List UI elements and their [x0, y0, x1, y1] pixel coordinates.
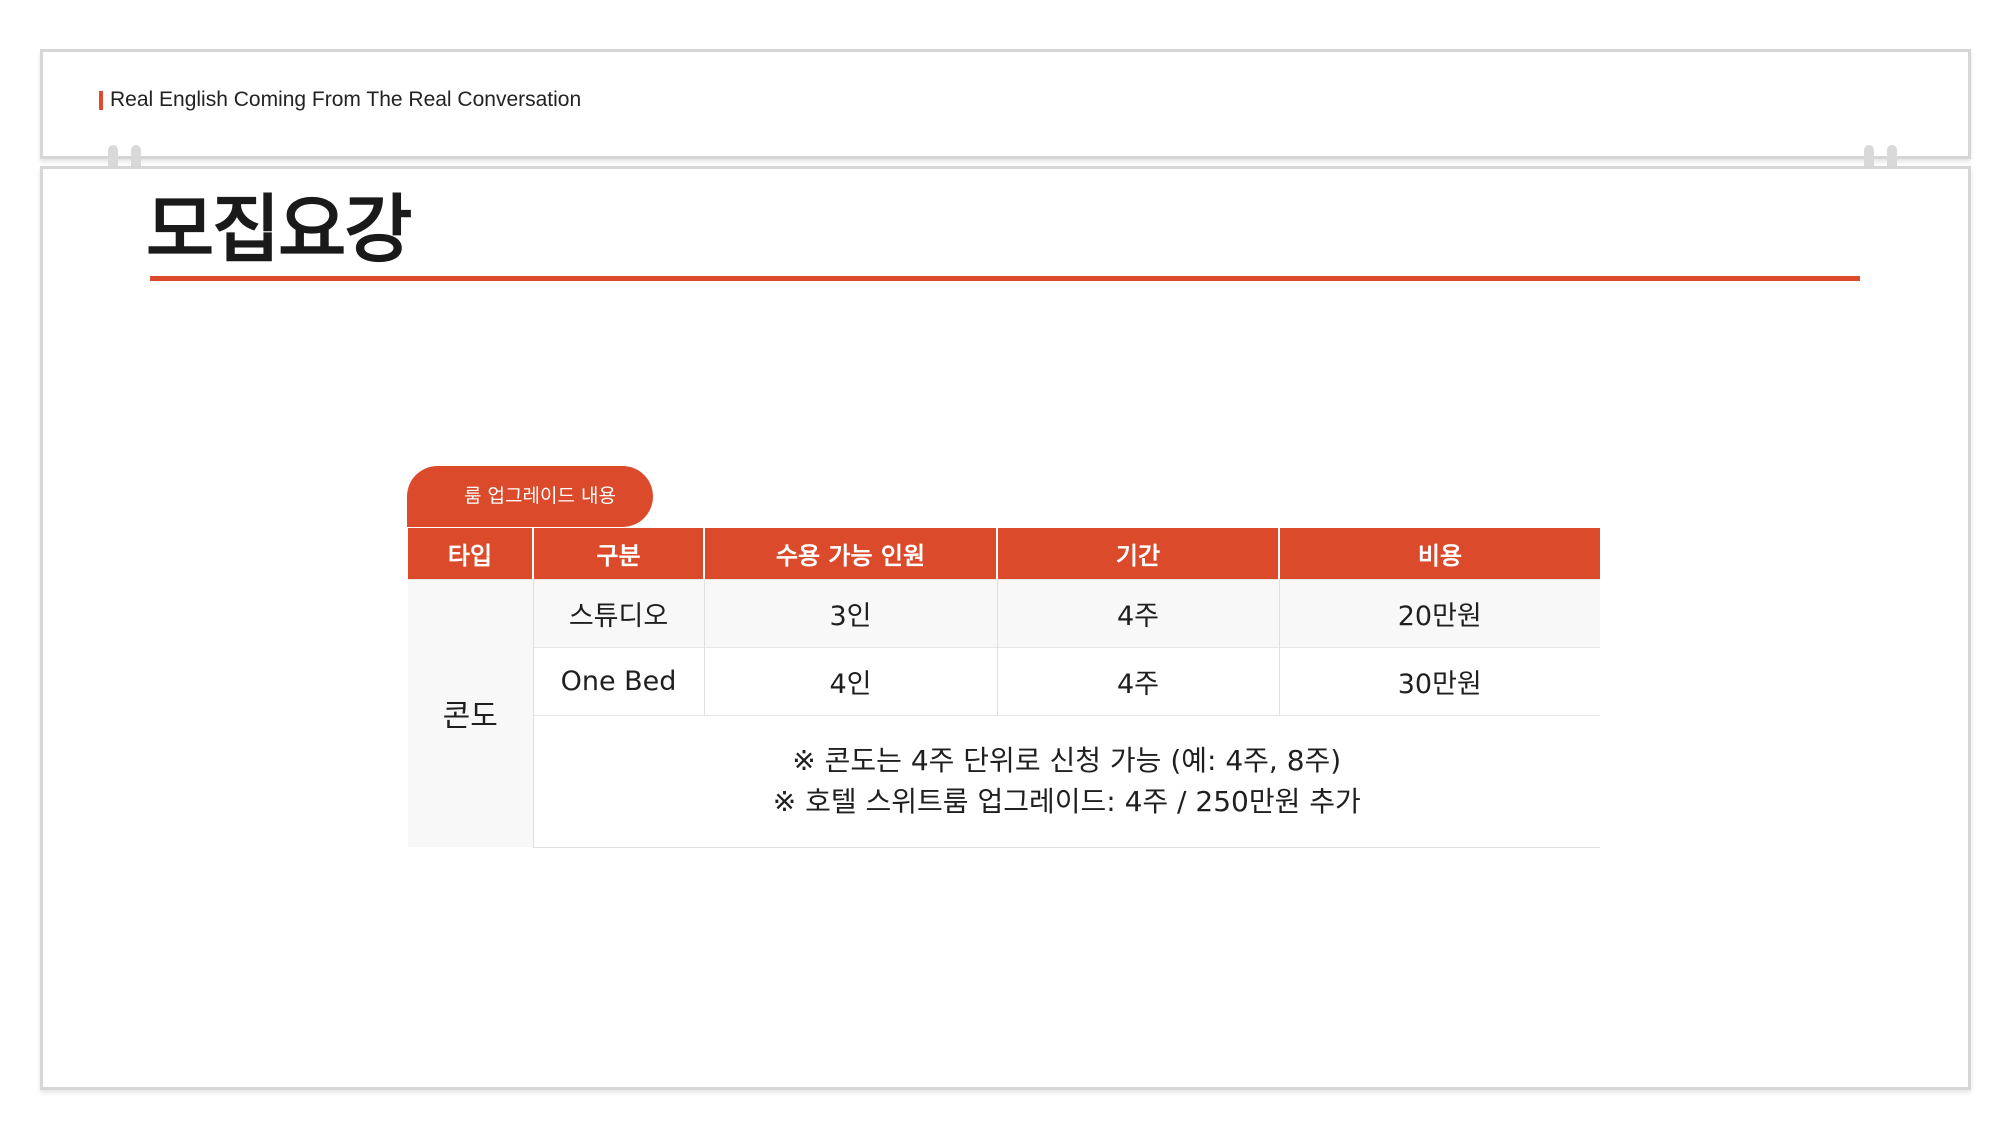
table-header-row: 타입 구분 수용 가능 인원 기간 비용 [408, 528, 1600, 579]
column-header-category: 구분 [532, 528, 704, 579]
tagline-accent-bar [99, 90, 103, 110]
page-title: 모집요강 [146, 187, 412, 273]
room-upgrade-tab: 룸 업그레이드 내용 [407, 466, 653, 527]
column-header-capacity: 수용 가능 인원 [703, 528, 997, 579]
column-header-cost: 비용 [1278, 528, 1600, 579]
category-cell: One Bed [532, 646, 704, 715]
note-condo: ※ 콘도는 4주 단위로 신청 가능 (예: 4주, 8주) [792, 744, 1342, 777]
type-cell: 콘도 [408, 578, 533, 847]
note-hotel-suite: ※ 호텔 스위트룸 업그레이드: 4주 / 250만원 추가 [772, 785, 1361, 818]
category-cell: 스튜디오 [532, 578, 704, 647]
cost-cell: 20만원 [1278, 578, 1600, 647]
table-row: 콘도 스튜디오 3인 4주 20만원 [408, 578, 1600, 847]
room-upgrade-tab-label: 룸 업그레이드 내용 [464, 485, 616, 507]
column-header-type: 타입 [408, 528, 533, 579]
table-row: One Bed 4인 4주 30만원 [408, 646, 1600, 715]
tagline: Real English Coming From The Real Conver… [99, 87, 581, 113]
period-cell: 4주 [996, 578, 1279, 647]
tagline-text: Real English Coming From The Real Conver… [110, 88, 582, 111]
header-card: Real English Coming From The Real Conver… [40, 49, 1971, 159]
title-underline [150, 276, 1860, 281]
table-note-row: ※ 콘도는 4주 단위로 신청 가능 (예: 4주, 8주) ※ 호텔 스위트룸… [408, 714, 1600, 848]
capacity-cell: 3인 [703, 578, 997, 647]
room-upgrade-table: 타입 구분 수용 가능 인원 기간 비용 콘도 스튜디오 3인 4주 20만원 … [408, 528, 1600, 848]
period-cell: 4주 [996, 646, 1279, 715]
notes-cell: ※ 콘도는 4주 단위로 신청 가능 (예: 4주, 8주) ※ 호텔 스위트룸… [532, 714, 1600, 848]
column-header-period: 기간 [996, 528, 1279, 579]
capacity-cell: 4인 [703, 646, 997, 715]
cost-cell: 30만원 [1278, 646, 1600, 715]
